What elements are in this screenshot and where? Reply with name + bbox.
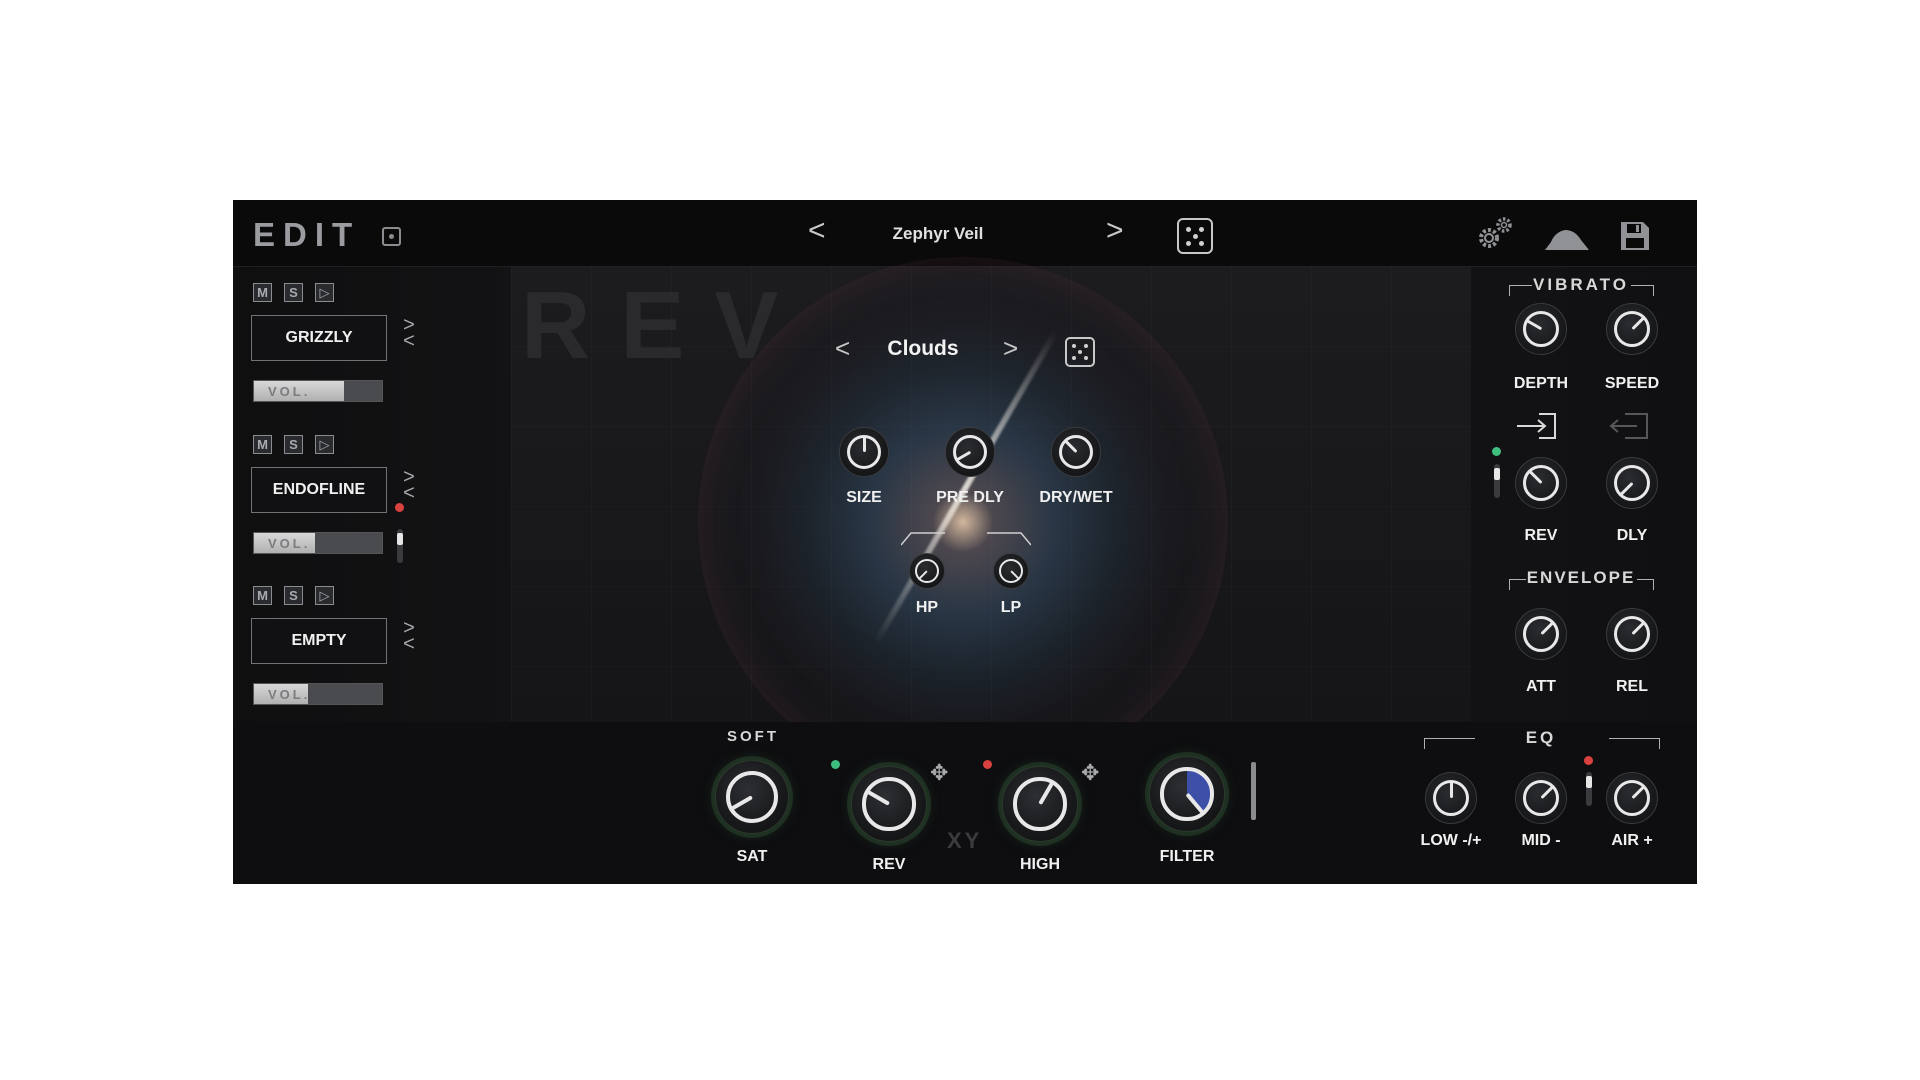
edit-title: EDIT [253, 216, 361, 253]
lp-label: LP [1000, 599, 1022, 616]
eq-red-indicator [1584, 756, 1593, 765]
dry-wet-knob[interactable] [1051, 427, 1101, 477]
rev-xy-move-icon[interactable]: ✥ [930, 760, 948, 786]
sat-knob[interactable] [715, 760, 789, 834]
output-level-bar[interactable] [1251, 762, 1256, 820]
track2-up-down-arrows[interactable]: > < [399, 467, 419, 503]
vibrato-mini-slider[interactable] [1494, 464, 1500, 498]
filter-knob[interactable] [1149, 756, 1225, 832]
eq-mini-slider[interactable] [1586, 772, 1592, 806]
speed-knob[interactable] [1606, 303, 1658, 355]
vibrato-dly-label: DLY [1616, 527, 1648, 544]
eq-air-knob[interactable] [1606, 772, 1658, 824]
preset-name[interactable]: Zephyr Veil [853, 224, 1023, 244]
track1-vol-slider[interactable]: VOL. [253, 380, 383, 402]
lp-curve-icon [987, 532, 1032, 546]
eq-low-knob[interactable] [1425, 772, 1477, 824]
main-area: REV M S ▷ GRIZZLY > < VOL. M S ▷ ENDOFLIN… [233, 257, 1697, 787]
track1-vol-label: VOL. [268, 384, 311, 399]
size-label: SIZE [846, 489, 882, 506]
bottom-area: SOFT SAT REV ✥ XY HIGH ✥ FILTER EQ LOW -… [233, 722, 1697, 884]
plugin-panel: EDIT < Zephyr Veil > REV M S ▷ GRIZZLY >… [233, 200, 1697, 884]
track3-play-button[interactable]: ▷ [315, 586, 334, 605]
vibrato-title: VIBRATO [1533, 275, 1629, 294]
vibrato-green-indicator [1492, 447, 1501, 456]
send-in-icon[interactable] [1513, 411, 1559, 441]
eq-bracket-right [1609, 738, 1660, 749]
pre-dly-label: PRE DLY [936, 489, 1004, 506]
soft-label[interactable]: SOFT [713, 728, 793, 745]
track3-mute-button[interactable]: M [253, 586, 272, 605]
edit-toggle-button[interactable] [382, 227, 401, 246]
track2-mini-slider[interactable] [397, 529, 403, 563]
track1-up-down-arrows[interactable]: > < [399, 315, 419, 351]
floppy-disk-icon[interactable] [1619, 220, 1651, 252]
gears-icon[interactable] [1475, 214, 1515, 254]
high-red-indicator [983, 760, 992, 769]
track1-play-button[interactable]: ▷ [315, 283, 334, 302]
eq-air-label: AIR + [1611, 832, 1653, 849]
preset-next-button[interactable]: > [1106, 214, 1124, 248]
rel-knob[interactable] [1606, 608, 1658, 660]
reverb-random-dice-icon[interactable] [1065, 337, 1095, 367]
envelope-title: ENVELOPE [1526, 568, 1636, 587]
track1-name[interactable]: GRIZZLY [251, 315, 387, 361]
vibrato-bracket-left [1509, 285, 1532, 296]
track3-vol-label: VOL. [268, 687, 311, 702]
bottom-rev-knob[interactable] [851, 766, 927, 842]
hp-knob[interactable] [909, 553, 945, 589]
track2-vol-label: VOL. [268, 536, 311, 551]
reverb-type-name[interactable]: Clouds [873, 337, 973, 361]
preset-prev-button[interactable]: < [808, 214, 826, 248]
track2-red-indicator [395, 503, 404, 512]
pre-dly-knob[interactable] [945, 427, 995, 477]
eq-title: EQ [1525, 728, 1557, 747]
track3-name[interactable]: EMPTY [251, 618, 387, 664]
track1-mute-button[interactable]: M [253, 283, 272, 302]
vibrato-bracket-right [1631, 285, 1654, 296]
vibrato-rev-knob[interactable] [1515, 457, 1567, 509]
depth-knob[interactable] [1515, 303, 1567, 355]
track2-mute-button[interactable]: M [253, 435, 272, 454]
size-knob[interactable] [839, 427, 889, 477]
vibrato-dly-knob[interactable] [1606, 457, 1658, 509]
mountain-icon[interactable] [1545, 222, 1589, 252]
preset-random-dice-icon[interactable] [1177, 218, 1213, 254]
reverb-prev-button[interactable]: < [835, 333, 850, 364]
rev-green-indicator [831, 760, 840, 769]
track2-name[interactable]: ENDOFLINE [251, 467, 387, 513]
eq-bracket-left [1424, 738, 1475, 749]
dry-wet-label: DRY/WET [1039, 489, 1113, 506]
high-label: HIGH [1020, 856, 1060, 873]
eq-mid-knob[interactable] [1515, 772, 1567, 824]
high-xy-move-icon[interactable]: ✥ [1081, 760, 1099, 786]
track1-solo-button[interactable]: S [284, 283, 303, 302]
lp-knob[interactable] [993, 553, 1029, 589]
track3-solo-button[interactable]: S [284, 586, 303, 605]
hp-curve-icon [900, 532, 945, 546]
track3-vol-slider[interactable]: VOL. [253, 683, 383, 705]
filter-label: FILTER [1159, 848, 1215, 865]
reverb-next-button[interactable]: > [1003, 333, 1018, 364]
send-out-icon[interactable] [1605, 411, 1651, 441]
high-knob[interactable] [1002, 766, 1078, 842]
track3-up-down-arrows[interactable]: > < [399, 618, 419, 654]
sat-label: SAT [736, 848, 768, 865]
rel-label: REL [1616, 678, 1648, 695]
xy-label: XY [947, 828, 983, 853]
att-knob[interactable] [1515, 608, 1567, 660]
bottom-rev-label: REV [872, 856, 906, 873]
track2-solo-button[interactable]: S [284, 435, 303, 454]
track2-play-button[interactable]: ▷ [315, 435, 334, 454]
track2-vol-slider[interactable]: VOL. [253, 532, 383, 554]
speed-label: SPEED [1604, 375, 1660, 392]
